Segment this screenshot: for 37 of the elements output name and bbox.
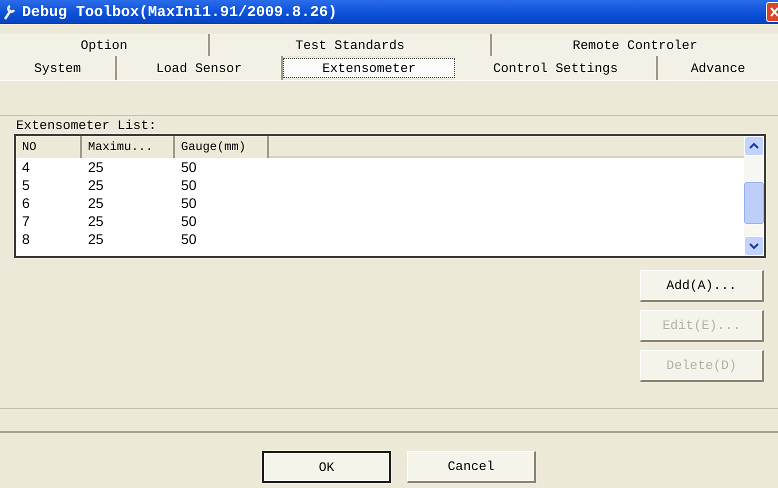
table-cell-text: 7 (21, 212, 31, 230)
tab[interactable]: Control Settings (455, 56, 658, 80)
dialog-button[interactable]: Cancel (407, 451, 536, 483)
scroll-thumb[interactable] (744, 182, 764, 224)
column-header[interactable]: Maximu... (82, 136, 175, 158)
table-cell-text: 5 (21, 176, 31, 194)
table-cell-text: 6 (21, 194, 31, 212)
tab[interactable]: Option (0, 34, 210, 56)
action-button[interactable]: Add(A)... (640, 270, 764, 302)
table-cell-text: 25 (87, 194, 105, 212)
scrollbar[interactable] (744, 136, 764, 256)
table-cell-text: 50 (180, 176, 198, 194)
table-cell-text: 50 (180, 212, 198, 230)
column-header[interactable]: Gauge(mm) (175, 136, 269, 158)
table-cell-text: 25 (87, 230, 105, 248)
wrench-icon (2, 4, 16, 20)
tab[interactable]: Extensometer (283, 58, 455, 78)
scroll-up-icon[interactable] (744, 136, 764, 156)
tab[interactable]: Advance (658, 56, 778, 80)
window-title: Debug Toolbox(MaxIni1.91/2009.8.26) (22, 4, 338, 20)
close-button[interactable] (766, 2, 778, 22)
table-cell-text: 50 (180, 230, 198, 248)
table-cell-text: 50 (180, 158, 198, 176)
tab[interactable]: Load Sensor (117, 56, 283, 80)
tab[interactable]: System (0, 56, 117, 80)
table-cell-text: 4 (21, 158, 31, 176)
table-cell-text: 25 (87, 176, 105, 194)
tab[interactable]: Test Standards (210, 34, 492, 56)
table-cell-text: 50 (180, 194, 198, 212)
list-label: Extensometer List: (16, 118, 156, 133)
table-cell-text: 8 (21, 230, 31, 248)
table-cell-text: 25 (87, 158, 105, 176)
dialog-button[interactable]: OK (262, 451, 391, 483)
column-header[interactable]: NO (16, 136, 82, 158)
table-cell-text: 25 (87, 212, 105, 230)
scroll-down-icon[interactable] (744, 236, 764, 256)
tab[interactable]: Remote Controler (492, 34, 778, 56)
